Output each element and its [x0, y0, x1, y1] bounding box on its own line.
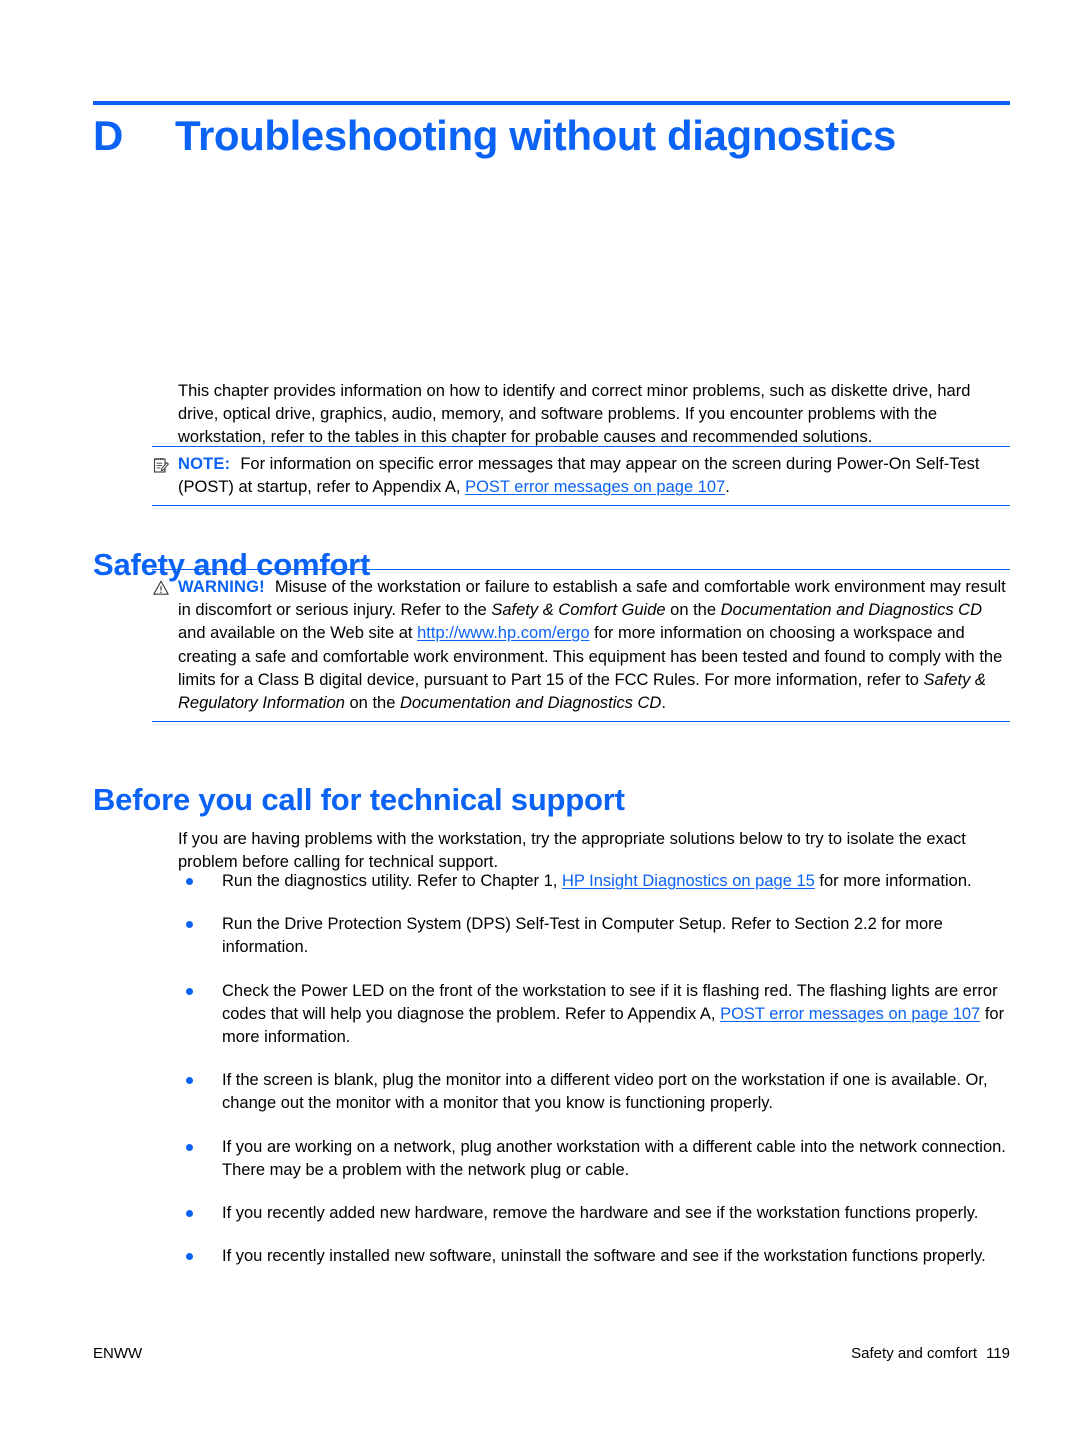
intro-paragraph: This chapter provides information on how… — [178, 381, 971, 446]
list-item-text-before: If you recently installed new software, … — [222, 1247, 986, 1266]
list-item-link-hp-insight-diagnostics[interactable]: HP Insight Diagnostics on page 15 — [562, 872, 815, 890]
list-item: Check the Power LED on the front of the … — [184, 980, 1014, 1050]
list-item: Run the diagnostics utility. Refer to Ch… — [184, 870, 1014, 893]
warning-text-part5: on the — [344, 694, 400, 713]
list-item: If you recently installed new software, … — [184, 1245, 1014, 1268]
list-item-text-before: Run the Drive Protection System (DPS) Se… — [222, 915, 943, 957]
list-item-text-before: If you are working on a network, plug an… — [222, 1137, 1006, 1179]
warning-label: WARNING! — [178, 578, 265, 596]
list-item: If you are working on a network, plug an… — [184, 1136, 1014, 1182]
troubleshooting-steps-list: Run the diagnostics utility. Refer to Ch… — [184, 870, 1014, 1268]
warning-triangle-icon — [152, 579, 170, 597]
warning-text-part2: on the — [665, 601, 721, 620]
footer-right-group: Safety and comfort 119 — [851, 1345, 1010, 1362]
list-item: If you recently added new hardware, remo… — [184, 1202, 1014, 1225]
chapter-title-text: Troubleshooting without diagnostics — [175, 112, 896, 159]
footer-page-number: 119 — [986, 1345, 1010, 1362]
warning-italic-documentation-cd-1: Documentation and Diagnostics CD — [720, 601, 983, 620]
warning-text-part3: and available on the Web site at — [178, 624, 418, 643]
list-item-text-before: Run the diagnostics utility. Refer to Ch… — [222, 872, 562, 890]
warning-admonition: WARNING! Misuse of the workstation or fai… — [152, 569, 1010, 723]
warning-italic-documentation-cd-2: Documentation and Diagnostics CD — [399, 694, 662, 713]
warning-italic-safety-comfort-guide: Safety & Comfort Guide — [491, 601, 666, 620]
bullet-dot-icon — [186, 878, 193, 885]
warning-link-hp-ergo[interactable]: http://www.hp.com/ergo — [417, 624, 589, 642]
list-item-text-before: If you recently added new hardware, remo… — [222, 1204, 979, 1223]
chapter-letter: D — [93, 112, 123, 159]
note-admonition: NOTE: For information on specific error m… — [152, 446, 1010, 507]
note-text-after: . — [725, 478, 730, 497]
before-you-call-paragraph: If you are having problems with the work… — [178, 829, 966, 871]
chapter-header-rule — [93, 101, 1010, 105]
bullet-dot-icon — [186, 987, 193, 995]
note-icon — [152, 456, 170, 474]
page-footer: ENWW Safety and comfort 119 — [93, 1345, 1010, 1362]
bullet-dot-icon — [186, 1210, 193, 1218]
document-page: D Troubleshooting without diagnostics Th… — [0, 0, 1080, 1437]
note-label: NOTE: — [178, 455, 231, 473]
bullet-dot-icon — [186, 921, 193, 929]
section-heading-before-you-call: Before you call for technical support — [93, 781, 625, 817]
bullet-dot-icon — [186, 1077, 193, 1085]
footer-section-name: Safety and comfort — [851, 1345, 978, 1362]
bullet-dot-icon — [186, 1253, 193, 1261]
footer-language-code: ENWW — [93, 1345, 143, 1362]
warning-text-part6: . — [661, 694, 666, 713]
note-link-post-error-messages[interactable]: POST error messages on page 107 — [465, 478, 725, 496]
list-item-link-post-error-messages[interactable]: POST error messages on page 107 — [720, 1005, 980, 1023]
list-item: Run the Drive Protection System (DPS) Se… — [184, 913, 1014, 959]
list-item-text-after: for more information. — [814, 872, 972, 890]
list-item-text-before: If the screen is blank, plug the monitor… — [222, 1071, 988, 1113]
bullet-dot-icon — [186, 1143, 193, 1151]
chapter-title: D Troubleshooting without diagnostics — [93, 112, 1023, 159]
list-item: If the screen is blank, plug the monitor… — [184, 1069, 1014, 1115]
